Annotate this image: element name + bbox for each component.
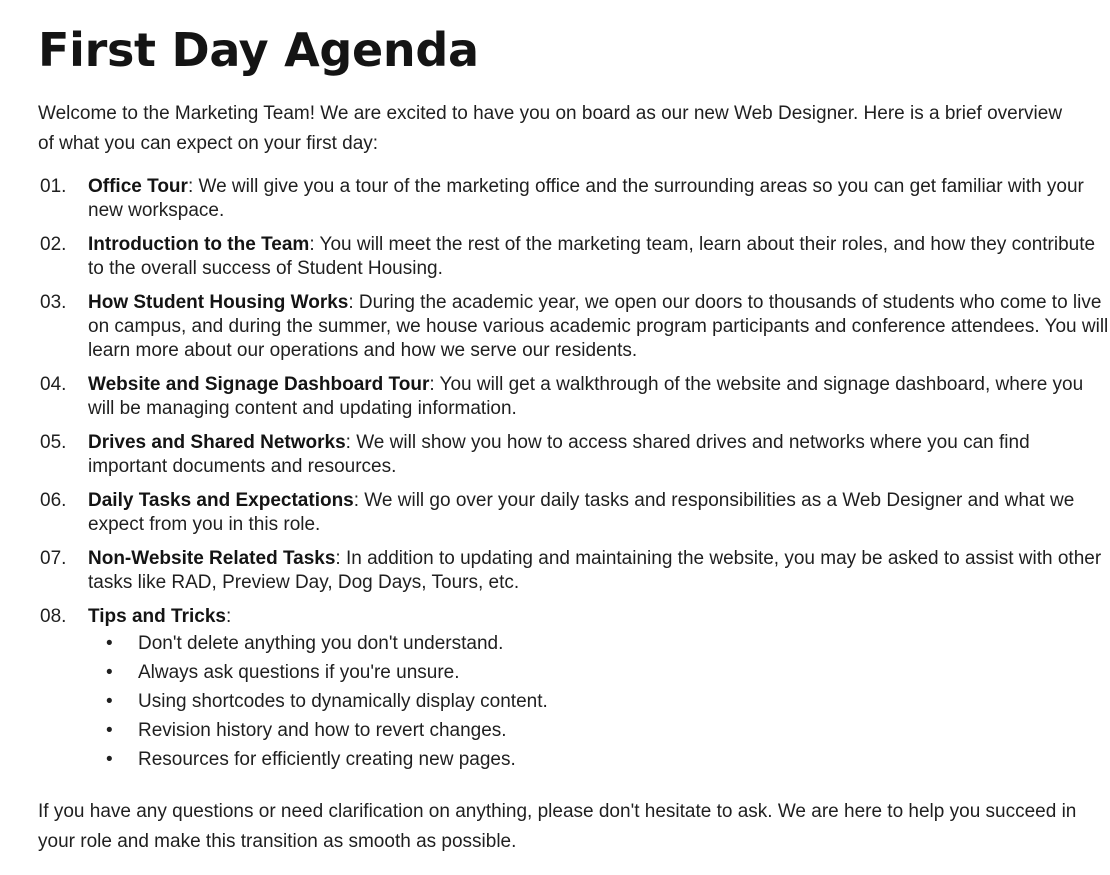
tip-text: Always ask questions if you're unsure.: [138, 662, 460, 683]
tip-text: Using shortcodes to dynamically display …: [138, 691, 548, 712]
agenda-item-heading: Daily Tasks and Expectations: [88, 490, 354, 511]
agenda-item-number: 03.: [40, 292, 67, 313]
agenda-item-number: 08.: [40, 606, 67, 627]
agenda-item-heading: Office Tour: [88, 176, 188, 197]
agenda-item-heading: Tips and Tricks: [88, 606, 226, 627]
agenda-item-heading: Introduction to the Team: [88, 234, 310, 255]
agenda-item-dashboard-tour: 04. Website and Signage Dashboard Tour: Y…: [38, 373, 1110, 421]
agenda-item-number: 01.: [40, 176, 67, 197]
agenda-item-drives-networks: 05. Drives and Shared Networks: We will s…: [38, 431, 1110, 479]
bullet-icon: •: [106, 720, 113, 741]
page-title: First Day Agenda: [38, 23, 479, 77]
agenda-item-heading: Non-Website Related Tasks: [88, 548, 336, 569]
agenda-item-number: 02.: [40, 234, 67, 255]
agenda-item-number: 04.: [40, 374, 67, 395]
tips-list: • Don't delete anything you don't underst…: [88, 629, 1110, 774]
bullet-icon: •: [106, 691, 113, 712]
agenda-item-separator: :: [225, 606, 232, 627]
tip-item: • Using shortcodes to dynamically display…: [88, 687, 1110, 716]
tip-item: • Don't delete anything you don't underst…: [88, 629, 1110, 658]
agenda-item-number: 05.: [40, 432, 67, 453]
agenda-item-introduction: 02. Introduction to the Team: You will me…: [38, 233, 1110, 281]
agenda-item-how-housing-works: 03. How Student Housing Works: During the…: [38, 291, 1110, 363]
tip-text: Revision history and how to revert chang…: [138, 720, 507, 741]
agenda-item-daily-tasks: 06. Daily Tasks and Expectations: We will…: [38, 489, 1110, 537]
agenda-item-heading: How Student Housing Works: [88, 292, 349, 313]
agenda-item-heading: Website and Signage Dashboard Tour: [88, 374, 430, 395]
tip-text: Resources for efficiently creating new p…: [138, 749, 516, 770]
closing-paragraph: If you have any questions or need clarif…: [38, 801, 1077, 852]
tip-item: • Revision history and how to revert chan…: [88, 716, 1110, 745]
agenda-item-number: 07.: [40, 548, 67, 569]
agenda-item-text: We will give you a tour of the marketing…: [88, 176, 1084, 221]
agenda-item-heading: Drives and Shared Networks: [88, 432, 346, 453]
document-page: First Day Agenda Welcome to the Marketin…: [0, 0, 1110, 875]
agenda-list: 01. Office Tour: We will give you a tour …: [38, 175, 1108, 774]
agenda-item-number: 06.: [40, 490, 67, 511]
agenda-item-office-tour: 01. Office Tour: We will give you a tour …: [38, 175, 1110, 223]
bullet-icon: •: [106, 662, 113, 683]
intro-paragraph: Welcome to the Marketing Team! We are ex…: [38, 103, 1063, 154]
bullet-icon: •: [106, 633, 113, 654]
bullet-icon: •: [106, 749, 113, 770]
tip-text: Don't delete anything you don't understa…: [138, 633, 504, 654]
agenda-item-non-website-tasks: 07. Non-Website Related Tasks: In additio…: [38, 547, 1110, 595]
agenda-item-tips-tricks: 08. Tips and Tricks: • Don't delete anythi…: [38, 605, 1110, 774]
tip-item: • Resources for efficiently creating new …: [88, 745, 1110, 774]
tip-item: • Always ask questions if you're unsure.: [88, 658, 1110, 687]
